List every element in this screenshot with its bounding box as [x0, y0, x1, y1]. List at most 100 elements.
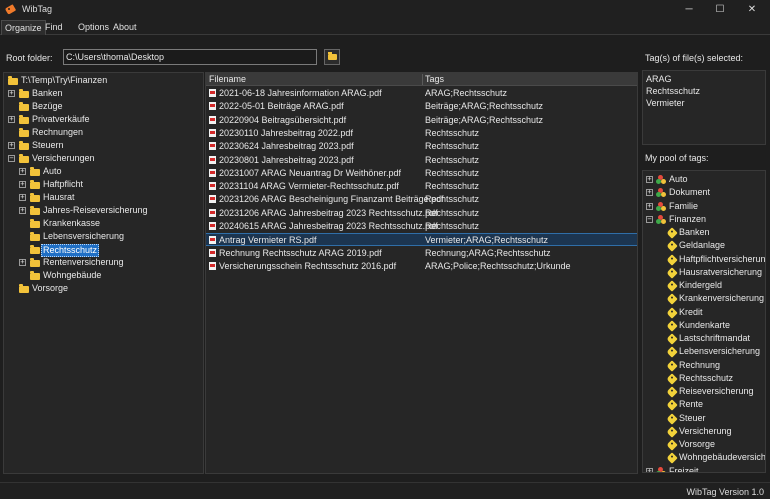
column-header-filename[interactable]: Filename: [209, 74, 246, 85]
file-tags: Rechtsschutz: [425, 127, 480, 138]
tag-label: Krankenversicherung: [679, 293, 765, 304]
tag-icon: [666, 280, 678, 292]
file-row[interactable]: 20231007 ARAG Neuantrag Dr Weithöner.pdf…: [206, 167, 637, 180]
pdf-file-icon: [209, 236, 216, 245]
root-folder-label: Root folder:: [6, 53, 53, 63]
expand-icon[interactable]: +: [8, 116, 15, 123]
app-tag-icon: [5, 4, 16, 15]
tag-icon: [666, 399, 678, 411]
file-row[interactable]: 20220904 Beitragsübersicht.pdf Beiträge;A…: [206, 114, 637, 127]
file-row[interactable]: 20231206 ARAG Bescheinigung Finanzamt Be…: [206, 193, 637, 206]
tag-icon: [666, 439, 678, 451]
selected-tags-list[interactable]: ARAG Rechtsschutz Vermieter: [642, 70, 766, 145]
file-row[interactable]: 20231206 ARAG Jahresbeitrag 2023 Rechtss…: [206, 207, 637, 220]
pdf-file-icon: [209, 182, 216, 191]
expand-icon[interactable]: +: [646, 189, 653, 197]
column-separator[interactable]: [422, 74, 423, 85]
folder-icon: [19, 115, 29, 124]
window-title: WibTag: [22, 4, 53, 14]
file-row[interactable]: 2021-06-18 Jahresinformation ARAG.pdf ARA…: [206, 87, 637, 100]
folder-icon: [19, 102, 29, 111]
tag-group-icon: [656, 466, 666, 472]
file-name: 2022-05-01 Beiträge ARAG.pdf: [219, 101, 344, 112]
folder-icon: [8, 76, 18, 85]
selected-tags-label: Tag(s) of file(s) selected:: [645, 53, 744, 63]
pdf-file-icon: [209, 142, 216, 151]
tag-icon: [666, 426, 678, 438]
file-row[interactable]: 20230624 Jahresbeitrag 2023.pdf Rechtssch…: [206, 140, 637, 153]
pdf-file-icon: [209, 168, 216, 177]
file-name: 20230624 Jahresbeitrag 2023.pdf: [219, 141, 354, 152]
file-name: 20240615 ARAG Jahresbeitrag 2023 Rechtss…: [219, 221, 438, 231]
expand-icon[interactable]: +: [646, 176, 653, 183]
minimize-button[interactable]: ─: [673, 0, 705, 18]
file-row[interactable]: Versicherungsschein Rechtsschutz 2016.pd…: [206, 260, 637, 273]
tag-group-icon: [656, 188, 666, 198]
file-name: 20220904 Beitragsübersicht.pdf: [219, 114, 347, 125]
expand-icon[interactable]: +: [19, 207, 26, 214]
tag-label: Haftpflichtversicherung: [679, 253, 766, 264]
browse-folder-button[interactable]: [324, 49, 340, 65]
tab-find[interactable]: Find: [42, 20, 66, 35]
file-row[interactable]: 20240615 ARAG Jahresbeitrag 2023 Rechtss…: [206, 220, 637, 233]
tag-label: Kundenkarte: [679, 319, 731, 330]
folder-icon: [19, 141, 29, 150]
tag-group-icon: [656, 201, 666, 211]
file-name: Antrag Vermieter RS.pdf: [219, 235, 317, 246]
tag-icon: [666, 240, 678, 252]
file-name: 20230110 Jahresbeitrag 2022.pdf: [219, 127, 353, 138]
tag-label: Vorsorge: [679, 439, 716, 449]
file-row[interactable]: Rechnung Rechtsschutz ARAG 2019.pdf Rechn…: [206, 247, 637, 260]
file-row[interactable]: Antrag Vermieter RS.pdf Vermieter;ARAG;Re…: [206, 233, 637, 247]
root-folder-input[interactable]: [63, 49, 317, 65]
file-list[interactable]: Filename Tags 2021-06-18 Jahresinformati…: [205, 72, 638, 474]
selected-tag[interactable]: ARAG: [646, 74, 672, 84]
collapse-icon[interactable]: −: [8, 155, 15, 162]
tag-icon: [666, 412, 678, 425]
collapse-icon[interactable]: −: [646, 215, 653, 223]
file-name: Versicherungsschein Rechtsschutz 2016.pd…: [219, 260, 397, 271]
close-button[interactable]: ✕: [736, 0, 768, 18]
file-name: 20231007 ARAG Neuantrag Dr Weithöner.pdf: [219, 167, 401, 178]
version-label: WibTag Version 1.0: [686, 487, 764, 497]
file-tags: Rechtsschutz: [425, 154, 480, 165]
file-row[interactable]: 20231104 ARAG Vermieter-Rechtsschutz.pdf…: [206, 180, 637, 193]
selected-tag[interactable]: Rechtsschutz: [646, 86, 700, 96]
folder-icon: [30, 219, 40, 228]
pdf-file-icon: [209, 89, 216, 97]
tag-group-label: Dokument: [669, 187, 711, 198]
pdf-file-icon: [209, 102, 216, 111]
tag-group-icon: [656, 175, 666, 184]
expand-icon[interactable]: +: [646, 467, 653, 472]
folder-tree[interactable]: T:\Temp\Try\Finanzen + Banken Bezüge + P…: [3, 72, 204, 474]
file-tags: Beiträge;ARAG;Rechtsschutz: [425, 114, 544, 125]
expand-icon[interactable]: +: [19, 168, 26, 175]
tag-pool-tree[interactable]: + Auto + Dokument + Familie − Finanzen Banken Gel…: [642, 170, 766, 473]
tab-options[interactable]: Options: [75, 20, 112, 35]
file-name: 20231206 ARAG Jahresbeitrag 2023 Rechtss…: [219, 207, 438, 218]
file-tags: Rechtsschutz: [425, 167, 480, 178]
file-tags: Rechtsschutz: [425, 194, 480, 205]
file-row[interactable]: 20230801 Jahresbeitrag 2023.pdf Rechtssch…: [206, 154, 637, 167]
tag-label: Kindergeld: [679, 280, 723, 290]
maximize-button[interactable]: ☐: [704, 0, 736, 18]
file-row[interactable]: 2022-05-01 Beiträge ARAG.pdf Beiträge;ARA…: [206, 100, 637, 113]
tab-organize[interactable]: Organize: [1, 20, 46, 35]
expand-icon[interactable]: +: [8, 90, 15, 97]
folder-icon: [30, 206, 40, 215]
tab-about[interactable]: About: [110, 20, 140, 35]
expand-icon[interactable]: +: [8, 142, 15, 149]
column-header-tags[interactable]: Tags: [425, 74, 444, 85]
expand-icon[interactable]: +: [19, 194, 26, 201]
pdf-file-icon: [209, 128, 216, 137]
file-list-header: Filename Tags: [206, 73, 637, 86]
expand-icon[interactable]: +: [19, 259, 26, 266]
expand-icon[interactable]: +: [646, 202, 653, 210]
tag-icon: [666, 267, 678, 279]
file-row[interactable]: 20230110 Jahresbeitrag 2022.pdf Rechtssch…: [206, 127, 637, 140]
tag-label: Hausratversicherung: [679, 266, 763, 277]
expand-icon[interactable]: +: [19, 181, 26, 188]
folder-icon: [30, 271, 40, 280]
selected-tag[interactable]: Vermieter: [646, 98, 685, 108]
tag-icon: [666, 320, 678, 332]
